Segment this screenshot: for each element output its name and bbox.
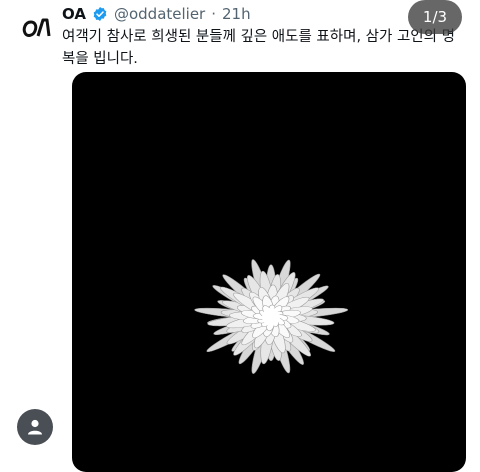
handle[interactable]: @oddatelier: [114, 5, 205, 23]
profile-icon: [28, 419, 42, 435]
media-counter: 1/3: [408, 0, 462, 34]
timestamp[interactable]: 21h: [222, 5, 251, 23]
tweet-text: 여객기 참사로 희생된 분들께 깊은 애도를 표하며, 삼가 고인의 명복을 빕…: [62, 29, 455, 67]
display-name[interactable]: OA: [62, 5, 86, 23]
account-logo-mark: [22, 18, 51, 37]
separator-dot: ·: [211, 5, 217, 23]
profile-button[interactable]: [17, 409, 53, 445]
flower-center: [262, 308, 280, 326]
verified-badge-icon: [93, 7, 107, 21]
account-avatar-logo[interactable]: OA: [22, 16, 51, 40]
chrysanthemum-image: [194, 259, 349, 374]
tweet-header: OA @oddatelier · 21h: [62, 4, 251, 24]
tweet-media-image[interactable]: [72, 72, 466, 472]
